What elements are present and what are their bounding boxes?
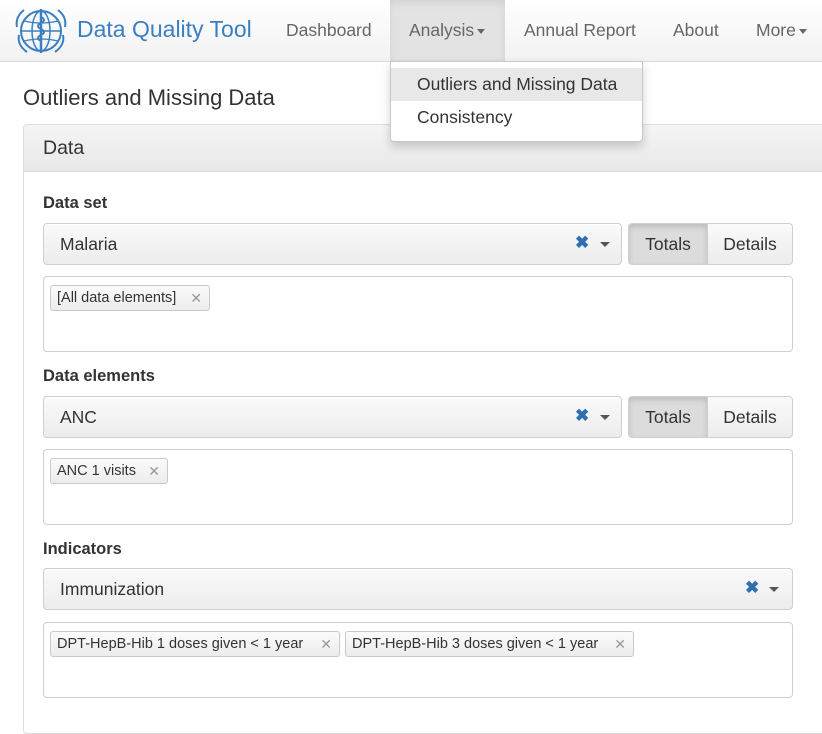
data-elements-label: Data elements <box>43 367 155 385</box>
indicators-value: Immunization <box>60 579 165 599</box>
details-button[interactable]: Details <box>708 397 792 437</box>
data-set-tag-box[interactable]: [All data elements] ✕ <box>43 276 793 352</box>
totals-button[interactable]: Totals <box>629 224 708 264</box>
data-elements-toggle: Totals Details <box>628 396 793 438</box>
nav-about[interactable]: About <box>673 0 719 61</box>
indicators-label: Indicators <box>43 540 122 558</box>
who-emblem-icon[interactable] <box>15 5 67 57</box>
caret-down-icon <box>477 28 486 34</box>
tag-chip: DPT-HepB-Hib 3 doses given < 1 year ✕ <box>345 631 634 657</box>
data-set-label: Data set <box>43 194 108 212</box>
clear-icon[interactable]: ✖ <box>575 406 589 426</box>
tag-chip: ANC 1 visits ✕ <box>50 458 168 484</box>
chevron-down-icon[interactable] <box>769 587 779 592</box>
top-navbar: Data Quality Tool Dashboard Analysis Ann… <box>0 0 822 62</box>
page-title: Outliers and Missing Data <box>23 85 275 110</box>
menu-item-consistency[interactable]: Consistency <box>391 101 642 134</box>
data-elements-tag-box[interactable]: ANC 1 visits ✕ <box>43 449 793 525</box>
remove-tag-icon[interactable]: ✕ <box>190 286 202 310</box>
brand-title[interactable]: Data Quality Tool <box>77 16 252 43</box>
analysis-dropdown-menu: Outliers and Missing Data Consistency <box>390 61 643 142</box>
caret-down-icon <box>798 28 807 34</box>
remove-tag-icon[interactable]: ✕ <box>320 632 332 656</box>
data-set-value: Malaria <box>60 234 118 254</box>
nav-more-label: More <box>756 20 796 40</box>
nav-more[interactable]: More <box>756 0 807 61</box>
details-button[interactable]: Details <box>708 224 792 264</box>
nav-analysis[interactable]: Analysis <box>390 0 505 61</box>
nav-dashboard-label: Dashboard <box>286 20 372 40</box>
tag-label: [All data elements] <box>57 290 177 306</box>
tag-chip: DPT-HepB-Hib 1 doses given < 1 year ✕ <box>50 631 340 657</box>
chevron-down-icon[interactable] <box>600 415 610 420</box>
tag-label: DPT-HepB-Hib 3 doses given < 1 year <box>352 636 599 652</box>
indicators-tag-box[interactable]: DPT-HepB-Hib 1 doses given < 1 year ✕ DP… <box>43 622 793 698</box>
nav-annual-report[interactable]: Annual Report <box>524 0 636 61</box>
nav-analysis-label: Analysis <box>409 20 475 40</box>
totals-button[interactable]: Totals <box>629 397 708 437</box>
tag-label: DPT-HepB-Hib 1 doses given < 1 year <box>57 636 304 652</box>
menu-item-outliers[interactable]: Outliers and Missing Data <box>391 68 642 101</box>
nav-about-label: About <box>673 20 719 40</box>
remove-tag-icon[interactable]: ✕ <box>148 459 160 483</box>
indicators-select[interactable]: Immunization ✖ <box>43 568 793 610</box>
clear-icon[interactable]: ✖ <box>575 233 589 253</box>
nav-dashboard[interactable]: Dashboard <box>286 0 372 61</box>
nav-annual-report-label: Annual Report <box>524 20 636 40</box>
data-elements-value: ANC <box>60 407 97 427</box>
tag-chip: [All data elements] ✕ <box>50 285 210 311</box>
data-set-select[interactable]: Malaria ✖ <box>43 223 622 265</box>
chevron-down-icon[interactable] <box>600 242 610 247</box>
data-set-toggle: Totals Details <box>628 223 793 265</box>
data-elements-select[interactable]: ANC ✖ <box>43 396 622 438</box>
clear-icon[interactable]: ✖ <box>745 578 759 598</box>
remove-tag-icon[interactable]: ✕ <box>614 632 626 656</box>
tag-label: ANC 1 visits <box>57 463 136 479</box>
